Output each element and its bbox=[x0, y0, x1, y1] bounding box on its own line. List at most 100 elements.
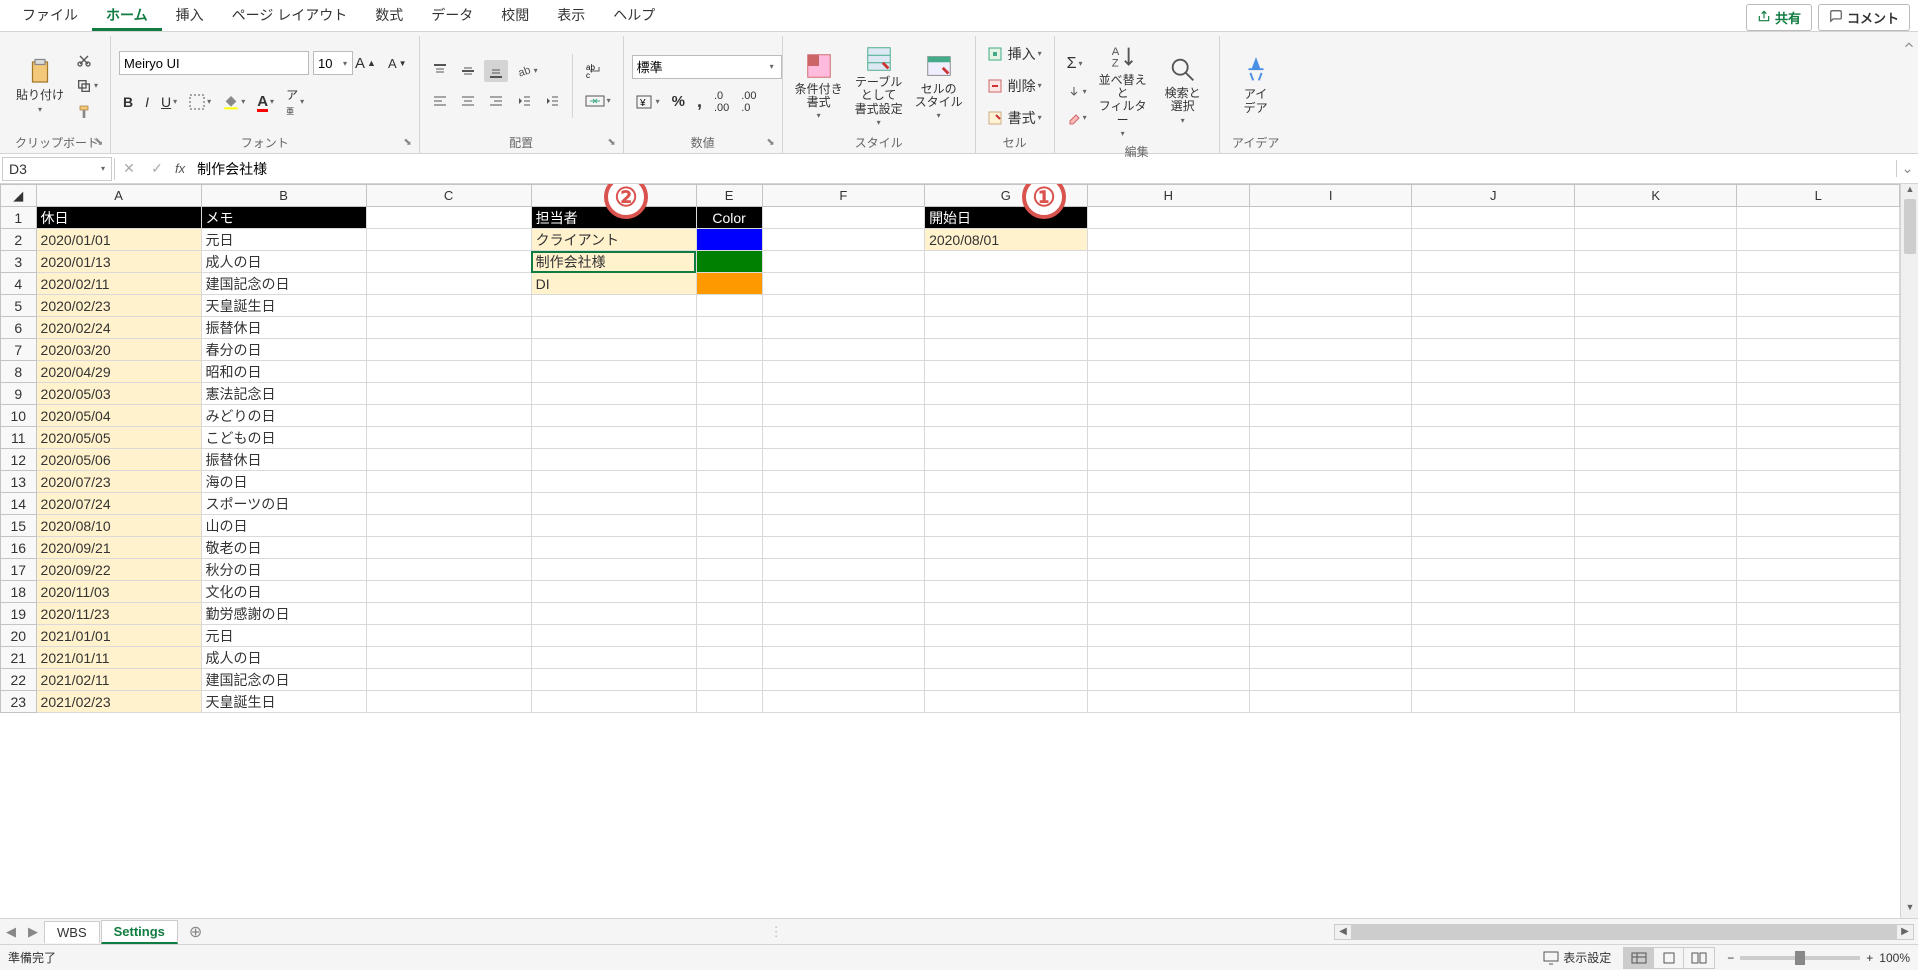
cell-I16[interactable] bbox=[1250, 537, 1412, 559]
cell-F14[interactable] bbox=[762, 493, 924, 515]
cell-H9[interactable] bbox=[1087, 383, 1249, 405]
cell-F6[interactable] bbox=[762, 317, 924, 339]
view-normal-button[interactable] bbox=[1624, 948, 1654, 968]
row-header-12[interactable]: 12 bbox=[1, 449, 37, 471]
cell-B8[interactable]: 昭和の日 bbox=[201, 361, 366, 383]
cell-J18[interactable] bbox=[1412, 581, 1574, 603]
cell-G11[interactable] bbox=[925, 427, 1087, 449]
cell-J21[interactable] bbox=[1412, 647, 1574, 669]
cell-D14[interactable] bbox=[531, 493, 696, 515]
cell-A10[interactable]: 2020/05/04 bbox=[36, 405, 201, 427]
cell-J7[interactable] bbox=[1412, 339, 1574, 361]
cell-J17[interactable] bbox=[1412, 559, 1574, 581]
cell-H14[interactable] bbox=[1087, 493, 1249, 515]
cell-J15[interactable] bbox=[1412, 515, 1574, 537]
cell-C21[interactable] bbox=[366, 647, 531, 669]
cell-L4[interactable] bbox=[1737, 273, 1900, 295]
select-all-button[interactable]: ◢ bbox=[1, 185, 37, 207]
cell-A18[interactable]: 2020/11/03 bbox=[36, 581, 201, 603]
cell-H7[interactable] bbox=[1087, 339, 1249, 361]
cell-F4[interactable] bbox=[762, 273, 924, 295]
row-header-16[interactable]: 16 bbox=[1, 537, 37, 559]
cell-K17[interactable] bbox=[1574, 559, 1736, 581]
cell-E3[interactable] bbox=[696, 251, 762, 273]
col-header-I[interactable]: I bbox=[1250, 185, 1412, 207]
cell-K23[interactable] bbox=[1574, 691, 1736, 713]
cell-I3[interactable] bbox=[1250, 251, 1412, 273]
cell-H3[interactable] bbox=[1087, 251, 1249, 273]
cell-A7[interactable]: 2020/03/20 bbox=[36, 339, 201, 361]
format-painter-button[interactable] bbox=[72, 101, 102, 123]
cell-G9[interactable] bbox=[925, 383, 1087, 405]
cell-J6[interactable] bbox=[1412, 317, 1574, 339]
cell-C10[interactable] bbox=[366, 405, 531, 427]
cell-J2[interactable] bbox=[1412, 229, 1574, 251]
cell-E10[interactable] bbox=[696, 405, 762, 427]
scroll-left-icon[interactable]: ◀ bbox=[1335, 926, 1351, 937]
clear-button[interactable]: ▾ bbox=[1063, 108, 1091, 128]
row-header-18[interactable]: 18 bbox=[1, 581, 37, 603]
cell-C3[interactable] bbox=[366, 251, 531, 273]
cell-J5[interactable] bbox=[1412, 295, 1574, 317]
cell-I15[interactable] bbox=[1250, 515, 1412, 537]
dialog-launcher-icon[interactable]: ⬊ bbox=[764, 137, 778, 151]
cell-H21[interactable] bbox=[1087, 647, 1249, 669]
cell-K11[interactable] bbox=[1574, 427, 1736, 449]
cell-I8[interactable] bbox=[1250, 361, 1412, 383]
row-header-15[interactable]: 15 bbox=[1, 515, 37, 537]
sort-filter-button[interactable]: AZ 並べ替えと フィルター▾ bbox=[1095, 40, 1151, 140]
col-header-E[interactable]: E bbox=[696, 185, 762, 207]
cell-L23[interactable] bbox=[1737, 691, 1900, 713]
cell-A2[interactable]: 2020/01/01 bbox=[36, 229, 201, 251]
font-color-button[interactable]: A▾ bbox=[253, 90, 278, 113]
cell-A20[interactable]: 2021/01/01 bbox=[36, 625, 201, 647]
cell-K3[interactable] bbox=[1574, 251, 1736, 273]
cell-L2[interactable] bbox=[1737, 229, 1900, 251]
cell-L22[interactable] bbox=[1737, 669, 1900, 691]
cell-C13[interactable] bbox=[366, 471, 531, 493]
cell-C23[interactable] bbox=[366, 691, 531, 713]
row-header-17[interactable]: 17 bbox=[1, 559, 37, 581]
cell-D3[interactable]: 制作会社様 bbox=[531, 251, 696, 273]
zoom-in-button[interactable]: + bbox=[1866, 951, 1873, 965]
cell-E4[interactable] bbox=[696, 273, 762, 295]
cell-J22[interactable] bbox=[1412, 669, 1574, 691]
cell-B15[interactable]: 山の日 bbox=[201, 515, 366, 537]
cell-J9[interactable] bbox=[1412, 383, 1574, 405]
cell-K15[interactable] bbox=[1574, 515, 1736, 537]
cell-H13[interactable] bbox=[1087, 471, 1249, 493]
cell-G7[interactable] bbox=[925, 339, 1087, 361]
cell-G3[interactable] bbox=[925, 251, 1087, 273]
cell-L16[interactable] bbox=[1737, 537, 1900, 559]
tab-insert[interactable]: 挿入 bbox=[162, 2, 218, 31]
cell-A4[interactable]: 2020/02/11 bbox=[36, 273, 201, 295]
dialog-launcher-icon[interactable]: ⬊ bbox=[401, 137, 415, 151]
cell-J23[interactable] bbox=[1412, 691, 1574, 713]
row-header-9[interactable]: 9 bbox=[1, 383, 37, 405]
cell-L19[interactable] bbox=[1737, 603, 1900, 625]
tab-review[interactable]: 校閲 bbox=[487, 2, 543, 31]
cell-F11[interactable] bbox=[762, 427, 924, 449]
underline-button[interactable]: U ▾ bbox=[157, 91, 181, 113]
cell-G21[interactable] bbox=[925, 647, 1087, 669]
name-box[interactable]: D3▾ bbox=[2, 157, 112, 181]
sheet-nav-prev-icon[interactable]: ◀ bbox=[0, 924, 22, 940]
row-header-6[interactable]: 6 bbox=[1, 317, 37, 339]
cell-L9[interactable] bbox=[1737, 383, 1900, 405]
cell-styles-button[interactable]: セルの スタイル▾ bbox=[911, 49, 967, 122]
cell-L12[interactable] bbox=[1737, 449, 1900, 471]
cell-F21[interactable] bbox=[762, 647, 924, 669]
cell-H20[interactable] bbox=[1087, 625, 1249, 647]
cell-G15[interactable] bbox=[925, 515, 1087, 537]
cell-B19[interactable]: 勤労感謝の日 bbox=[201, 603, 366, 625]
split-handle-icon[interactable]: ⋮ bbox=[770, 924, 783, 940]
cell-G12[interactable] bbox=[925, 449, 1087, 471]
cell-D8[interactable] bbox=[531, 361, 696, 383]
decrease-indent-button[interactable] bbox=[512, 90, 536, 112]
cell-J3[interactable] bbox=[1412, 251, 1574, 273]
tab-help[interactable]: ヘルプ bbox=[599, 2, 669, 31]
cell-I1[interactable] bbox=[1250, 207, 1412, 229]
cell-A3[interactable]: 2020/01/13 bbox=[36, 251, 201, 273]
cell-H12[interactable] bbox=[1087, 449, 1249, 471]
cell-D10[interactable] bbox=[531, 405, 696, 427]
